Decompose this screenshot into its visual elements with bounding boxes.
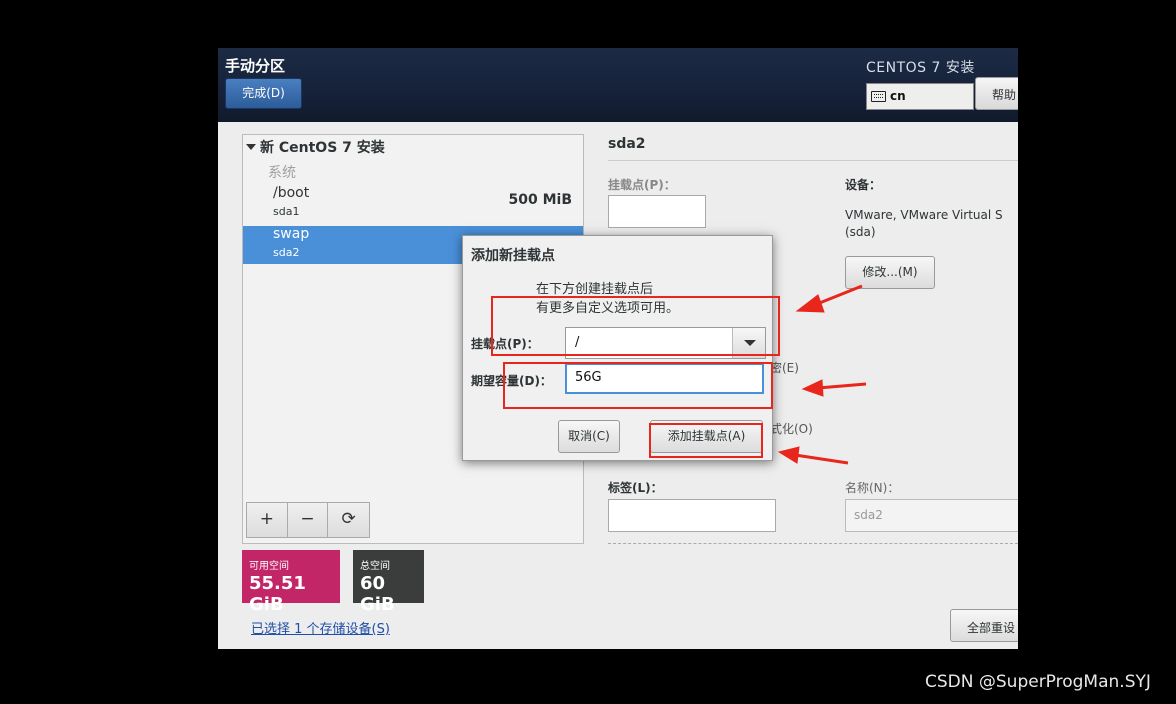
annotation-box bbox=[503, 362, 773, 409]
dialog-title: 添加新挂载点 bbox=[471, 248, 555, 264]
keyboard-icon bbox=[871, 91, 886, 102]
partition-name: swap bbox=[273, 226, 310, 242]
annotation-box bbox=[491, 296, 780, 356]
tree-root-item[interactable]: 新 CentOS 7 安装 bbox=[246, 137, 385, 157]
total-space-label: 总空间 bbox=[360, 561, 390, 572]
modify-button[interactable]: 修改...(M) bbox=[845, 256, 935, 289]
detail-mount-label: 挂载点(P)： bbox=[608, 178, 676, 192]
partition-detail-title: sda2 bbox=[608, 136, 646, 152]
reset-all-button[interactable]: 全部重设 bbox=[950, 609, 1018, 642]
detail-mount-input[interactable] bbox=[608, 195, 706, 228]
name-field-label: 名称(N)： bbox=[845, 481, 900, 495]
partition-size: 500 MiB bbox=[508, 192, 573, 208]
label-input[interactable] bbox=[608, 499, 776, 532]
tree-toolbar: + − ⟳ bbox=[246, 502, 370, 538]
selected-storage-link[interactable]: 已选择 1 个存储设备(S) bbox=[251, 618, 390, 637]
cancel-button[interactable]: 取消(C) bbox=[558, 420, 620, 453]
tree-group-label: 系统 bbox=[268, 165, 296, 181]
remove-partition-button[interactable]: − bbox=[288, 503, 329, 537]
label-field-label: 标签(L)： bbox=[608, 481, 663, 495]
available-space-label: 可用空间 bbox=[249, 561, 289, 572]
product-title: CENTOS 7 安装 bbox=[866, 60, 975, 76]
help-button[interactable]: 帮助 bbox=[975, 77, 1018, 110]
dialog-description-line: 在下方创建挂载点后 bbox=[536, 282, 654, 297]
keyboard-layout-label: cn bbox=[890, 89, 906, 103]
available-space-box: 可用空间 55.51 GiB bbox=[242, 550, 340, 615]
annotation-box bbox=[649, 423, 763, 458]
tree-root-label: 新 CentOS 7 安装 bbox=[260, 140, 385, 156]
keyboard-layout-indicator[interactable]: cn bbox=[866, 83, 974, 110]
page-title: 手动分区 bbox=[225, 57, 286, 75]
device-value: VMware, VMware Virtual S (sda) bbox=[845, 208, 1003, 239]
total-space-value: 60 GiB bbox=[360, 573, 395, 615]
header-bar: 手动分区 完成(D) CENTOS 7 安装 cn 帮助 bbox=[218, 48, 1018, 122]
add-partition-button[interactable]: + bbox=[247, 503, 288, 537]
watermark: CSDN @SuperProgMan.SYJ bbox=[925, 672, 1151, 692]
divider bbox=[608, 160, 1018, 161]
available-space-value: 55.51 GiB bbox=[249, 573, 306, 615]
expand-arrow-icon[interactable] bbox=[246, 144, 256, 150]
refresh-icon[interactable]: ⟳ bbox=[328, 503, 369, 537]
reformat-checkbox-label[interactable]: 式化(O) bbox=[770, 420, 813, 437]
total-space-box: 总空间 60 GiB bbox=[353, 550, 424, 615]
partition-name: /boot bbox=[273, 185, 310, 201]
device-label: 设备： bbox=[845, 178, 882, 192]
name-input[interactable]: sda2 bbox=[845, 499, 1018, 532]
done-button[interactable]: 完成(D) bbox=[225, 78, 302, 109]
encrypt-checkbox-label[interactable]: 密(E) bbox=[770, 359, 799, 376]
partition-device: sda2 bbox=[273, 246, 300, 259]
partition-device: sda1 bbox=[273, 205, 300, 218]
dashed-divider bbox=[608, 543, 1018, 544]
partition-row-boot[interactable]: /boot sda1 500 MiB bbox=[243, 185, 583, 223]
